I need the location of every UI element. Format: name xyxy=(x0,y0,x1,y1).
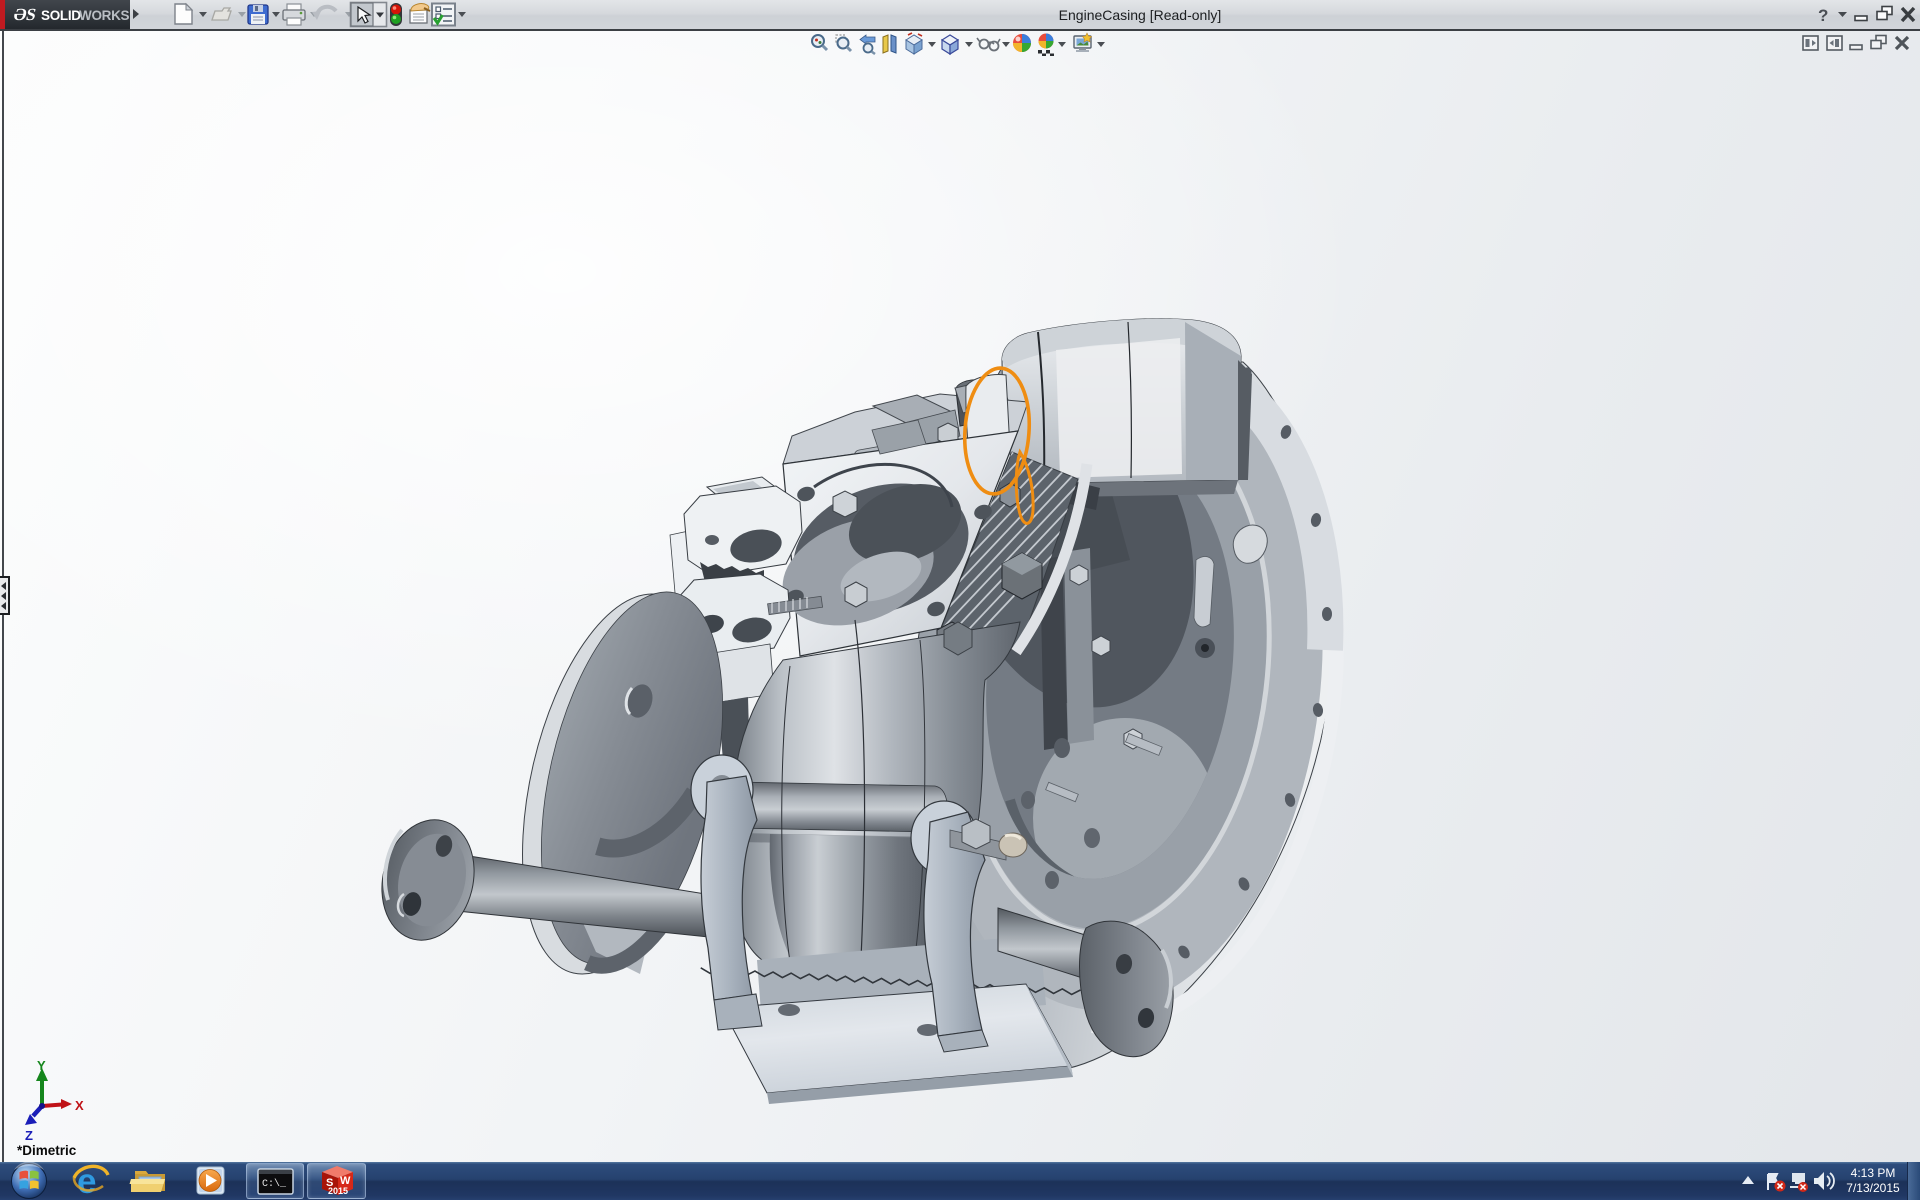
svg-text:ƏS: ƏS xyxy=(12,5,38,24)
svg-text:X: X xyxy=(75,1098,84,1113)
svg-text:WORKS: WORKS xyxy=(79,8,130,23)
svg-text:SOLID: SOLID xyxy=(41,8,81,23)
svg-text:C:\_: C:\_ xyxy=(262,1178,287,1190)
svg-text:2015: 2015 xyxy=(328,1186,348,1196)
svg-text:?: ? xyxy=(1818,6,1828,25)
svg-text:Z: Z xyxy=(25,1128,33,1143)
